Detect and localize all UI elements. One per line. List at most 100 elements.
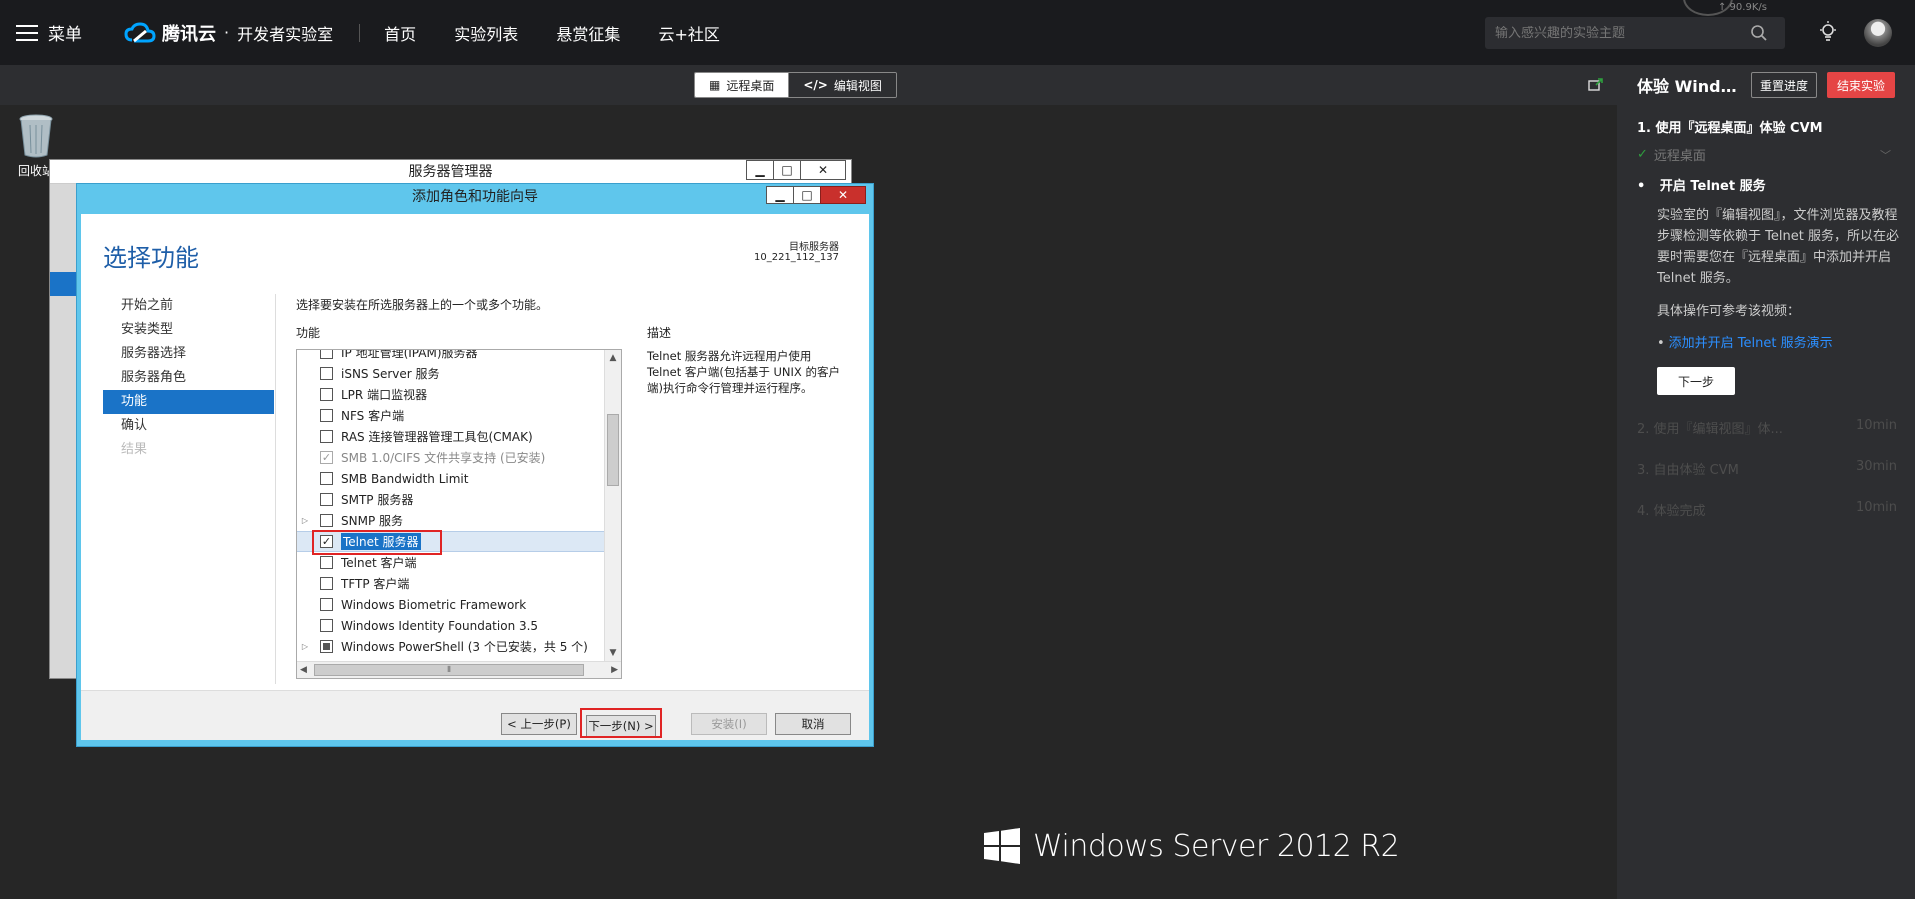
substep-remote-desktop[interactable]: ✓ 远程桌面 ﹀: [1637, 145, 1897, 164]
feature-label: Windows Biometric Framework: [341, 597, 527, 612]
vertical-scrollbar[interactable]: ▲ ▼: [604, 350, 621, 662]
feature-checkbox[interactable]: [320, 472, 333, 485]
step-1-title[interactable]: 1. 使用『远程桌面』体验 CVM: [1637, 117, 1823, 136]
add-roles-wizard[interactable]: 添加角色和功能向导 ▁ □ ✕ 选择功能 目标服务器 10_221_112_13…: [76, 183, 874, 747]
page-title: 选择功能: [103, 244, 199, 272]
scroll-right-icon[interactable]: ▶: [611, 662, 618, 678]
wizard-nav-confirmation[interactable]: 确认: [103, 414, 274, 438]
wizard-nav-install-type[interactable]: 安装类型: [103, 318, 274, 342]
search-icon[interactable]: [1750, 24, 1768, 42]
feature-row[interactable]: Telnet 客户端: [297, 552, 604, 573]
step-4[interactable]: 4. 体验完成 10min: [1637, 500, 1897, 519]
feature-checkbox[interactable]: [320, 577, 333, 590]
search-input[interactable]: [1495, 25, 1750, 41]
server-manager-controls: ▁ □ ✕: [746, 160, 846, 180]
wizard-nav-before-you-begin[interactable]: 开始之前: [103, 294, 274, 318]
scroll-up-icon[interactable]: ▲: [605, 350, 621, 367]
feature-row[interactable]: RAS 连接管理器管理工具包(CMAK): [297, 426, 604, 447]
feature-row[interactable]: ▷ SNMP 服务: [297, 510, 604, 531]
wizard-minimize-button[interactable]: ▁: [766, 186, 794, 204]
feature-row-telnet-server[interactable]: ✓ Telnet 服务器: [297, 530, 604, 555]
remote-desktop-tab[interactable]: ▦ 远程桌面: [695, 73, 789, 97]
feature-checkbox[interactable]: [320, 619, 333, 632]
minimize-button[interactable]: ▁: [746, 160, 774, 180]
feature-label: Windows Identity Foundation 3.5: [341, 618, 539, 633]
expand-arrow-icon[interactable]: ▷: [298, 642, 312, 651]
nav-community[interactable]: 云+社区: [658, 25, 719, 44]
step-time: 30min: [1855, 459, 1897, 474]
feature-row[interactable]: IP 地址管理(IPAM)服务器: [297, 350, 604, 363]
feature-label: Telnet 客户端: [341, 556, 417, 570]
feature-checkbox[interactable]: [320, 367, 333, 380]
feature-row[interactable]: Windows Biometric Framework: [297, 594, 604, 615]
nav-bounty[interactable]: 悬赏征集: [556, 25, 620, 44]
tutorial-header: 体验 Windows Server 重置进度 结束实验: [1617, 65, 1915, 105]
cancel-button[interactable]: 取消: [775, 713, 851, 735]
substep-telnet[interactable]: • 开启 Telnet 服务: [1637, 175, 1766, 194]
step-2[interactable]: 2. 使用『编辑视图』体... 10min: [1637, 418, 1897, 437]
wizard-nav-results: 结果: [121, 442, 148, 457]
feature-row[interactable]: ▷ Windows PowerShell (3 个已安装，共 5 个): [297, 636, 604, 657]
feature-row[interactable]: SMTP 服务器: [297, 489, 604, 510]
feature-checkbox[interactable]: [320, 350, 333, 359]
feature-checkbox[interactable]: [320, 556, 333, 569]
wizard-close-button[interactable]: ✕: [820, 186, 866, 204]
wizard-maximize-button[interactable]: □: [793, 186, 821, 204]
avatar[interactable]: [1864, 19, 1892, 47]
feature-row[interactable]: Windows Identity Foundation 3.5: [297, 615, 604, 636]
step-time: 10min: [1855, 418, 1897, 433]
bulb-icon[interactable]: [1818, 20, 1838, 44]
tutorial-panel: 体验 Windows Server 重置进度 结束实验 1. 使用『远程桌面』体…: [1617, 65, 1915, 899]
wizard-nav-features[interactable]: 功能: [103, 390, 274, 414]
windows-logo-icon: [984, 828, 1020, 864]
feature-row[interactable]: iSNS Server 服务: [297, 363, 604, 384]
hamburger-icon: [16, 24, 38, 41]
reset-progress-button[interactable]: 重置进度: [1751, 72, 1818, 98]
reference-text: 具体操作可参考该视频：: [1657, 304, 1801, 319]
description-text: Telnet 服务器允许远程用户使用 Telnet 客户端(包括基于 UNIX …: [647, 349, 840, 395]
logo[interactable]: 腾讯云 · 开发者实验室: [124, 20, 333, 46]
feature-checkbox[interactable]: [320, 493, 333, 506]
feature-checkbox[interactable]: [320, 430, 333, 443]
scroll-down-icon[interactable]: ▼: [605, 645, 621, 662]
maximize-button[interactable]: □: [773, 160, 801, 180]
feature-checkbox[interactable]: [320, 514, 333, 527]
h-scroll-thumb[interactable]: ⦀: [314, 664, 584, 676]
video-link-label: 添加并开启 Telnet 服务演示: [1668, 336, 1833, 351]
feature-row[interactable]: NFS 客户端: [297, 405, 604, 426]
feature-row[interactable]: LPR 端口监视器: [297, 384, 604, 405]
feature-checkbox[interactable]: [320, 388, 333, 401]
scroll-left-icon[interactable]: ◀: [300, 662, 307, 678]
wizard-nav-server-selection[interactable]: 服务器选择: [103, 342, 274, 366]
feature-checkbox[interactable]: [320, 640, 333, 653]
step-3[interactable]: 3. 自由体验 CVM 30min: [1637, 459, 1897, 478]
end-lab-button[interactable]: 结束实验: [1827, 72, 1896, 98]
feature-row[interactable]: SMB Bandwidth Limit: [297, 468, 604, 489]
menu-button[interactable]: 菜单: [16, 20, 82, 45]
edit-view-tab[interactable]: </> 编辑视图: [788, 73, 896, 97]
video-link[interactable]: • 添加并开启 Telnet 服务演示: [1657, 332, 1833, 351]
code-icon: </>: [803, 78, 828, 92]
external-window-icon[interactable]: [1588, 77, 1604, 93]
feature-checkbox[interactable]: [320, 409, 333, 422]
tutorial-title: 体验 Windows Server: [1637, 77, 1747, 96]
recycle-bin-icon: [19, 114, 53, 158]
feature-row[interactable]: TFTP 客户端: [297, 573, 604, 594]
instruction-text: 选择要安装在所选服务器上的一个或多个功能。: [296, 298, 549, 312]
scroll-thumb[interactable]: [607, 414, 619, 486]
nav-lab-list[interactable]: 实验列表: [454, 25, 518, 44]
substep-label: 远程桌面: [1653, 149, 1706, 164]
close-button[interactable]: ✕: [800, 160, 846, 180]
expand-arrow-icon[interactable]: ▷: [298, 516, 312, 525]
wizard-nav-server-roles[interactable]: 服务器角色: [103, 366, 274, 390]
nav-home[interactable]: 首页: [384, 25, 416, 44]
horizontal-scrollbar[interactable]: ◀ ⦀ ▶: [297, 661, 621, 678]
cloud-logo-icon: [124, 21, 156, 42]
nav-divider: [275, 294, 276, 684]
features-list-items: IP 地址管理(IPAM)服务器 iSNS Server 服务 LPR 端口监视…: [297, 350, 604, 657]
remote-desktop-label: 远程桌面: [726, 78, 775, 93]
next-step-button[interactable]: 下一步: [1657, 367, 1735, 395]
chevron-down-icon: ﹀: [1880, 148, 1891, 162]
prev-button[interactable]: < 上一步(P): [501, 713, 577, 735]
feature-checkbox[interactable]: [320, 598, 333, 611]
